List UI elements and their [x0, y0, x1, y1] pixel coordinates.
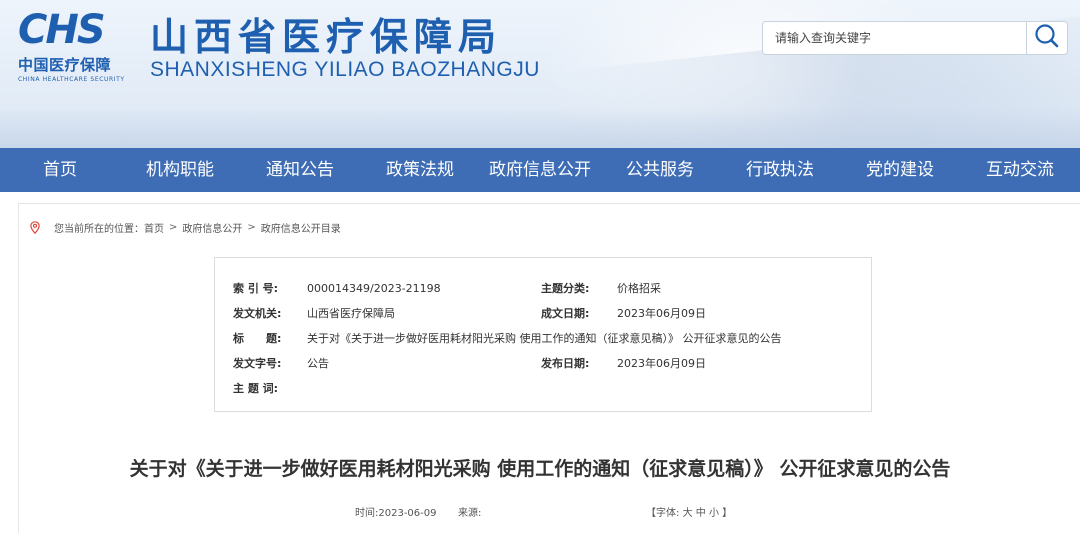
info-docno-label: 发文字号:: [233, 357, 282, 370]
breadcrumb-home[interactable]: 首页: [144, 220, 164, 235]
info-published-value: 2023年06月09日: [617, 357, 706, 370]
info-keywords-label: 主 题 词:: [233, 382, 279, 395]
search-button[interactable]: [1026, 22, 1067, 54]
nav-item-party-building[interactable]: 党的建设: [840, 148, 960, 192]
nav-item-functions[interactable]: 机构职能: [120, 148, 240, 192]
location-pin-icon: [30, 220, 40, 234]
font-size-medium-button[interactable]: 中: [696, 508, 706, 519]
info-created-label: 成文日期:: [541, 307, 590, 320]
info-issuer-label: 发文机关:: [233, 307, 282, 320]
document-info-table: 索 引 号: 000014349/2023-21198 主题分类: 价格招采 发文机…: [214, 257, 872, 412]
info-created-row: 成文日期: 2023年06月09日: [541, 307, 706, 321]
info-created-value: 2023年06月09日: [617, 307, 706, 320]
nav-item-policies[interactable]: 政策法规: [360, 148, 480, 192]
breadcrumb-gov-info[interactable]: 政府信息公开: [182, 220, 242, 235]
font-size-large-button[interactable]: 大: [683, 508, 693, 519]
site-subtitle: SHANXISHENG YILIAO BAOZHANGJU: [150, 58, 540, 81]
info-category-value: 价格招采: [617, 282, 661, 295]
info-category-label: 主题分类:: [541, 282, 590, 295]
logo-mark: CHS: [18, 7, 106, 53]
info-title-label: 标 题:: [233, 332, 282, 345]
font-size-suffix: 】: [722, 508, 733, 519]
info-title-row: 标 题: 关于对《关于进一步做好医用耗材阳光采购 使用工作的通知（征求意见稿）》 …: [233, 332, 782, 346]
nav-item-public-service[interactable]: 公共服务: [600, 148, 720, 192]
font-size-prefix: 【字体:: [646, 508, 680, 519]
article-title: 关于对《关于进一步做好医用耗材阳光采购 使用工作的通知（征求意见稿）》 公开征求…: [129, 458, 951, 480]
site-logo[interactable]: CHS 中国医疗保障 CHINA HEALTHCARE SECURITY: [18, 10, 136, 92]
site-header: CHS 中国医疗保障 CHINA HEALTHCARE SECURITY 山西省…: [0, 0, 1080, 148]
info-index-row: 索 引 号: 000014349/2023-21198: [233, 282, 441, 296]
info-title-value: 关于对《关于进一步做好医用耗材阳光采购 使用工作的通知（征求意见稿）》 公开征求…: [307, 332, 782, 345]
search-box: [762, 21, 1068, 55]
info-published-row: 发布日期: 2023年06月09日: [541, 357, 706, 371]
breadcrumb-gov-info-catalog[interactable]: 政府信息公开目录: [261, 220, 341, 235]
breadcrumb-separator: >: [247, 221, 256, 233]
breadcrumb: 您当前所在的位置： 首页 > 政府信息公开 > 政府信息公开目录: [30, 219, 341, 235]
main-nav: 首页 机构职能 通知公告 政策法规 政府信息公开 公共服务 行政执法 党的建设 …: [0, 148, 1080, 192]
font-size-control: 【字体: 大 中 小 】: [646, 504, 732, 519]
site-title: 山西省医疗保障局: [150, 14, 503, 59]
info-published-label: 发布日期:: [541, 357, 590, 370]
info-category-row: 主题分类: 价格招采: [541, 282, 661, 296]
logo-english-text: CHINA HEALTHCARE SECURITY: [18, 76, 125, 83]
info-index-value: 000014349/2023-21198: [307, 282, 441, 295]
font-size-small-button[interactable]: 小: [709, 508, 719, 519]
breadcrumb-prefix: 您当前所在的位置：: [54, 223, 144, 235]
article-time: 时间:2023-06-09: [355, 508, 437, 519]
nav-item-gov-info[interactable]: 政府信息公开: [480, 148, 600, 192]
nav-item-interaction[interactable]: 互动交流: [960, 148, 1080, 192]
info-docno-row: 发文字号: 公告: [233, 357, 329, 371]
search-icon: [1034, 23, 1060, 53]
info-keywords-row: 主 题 词:: [233, 382, 307, 396]
info-issuer-value: 山西省医疗保障局: [307, 307, 395, 320]
nav-item-notices[interactable]: 通知公告: [240, 148, 360, 192]
nav-item-law-enforcement[interactable]: 行政执法: [720, 148, 840, 192]
search-input[interactable]: [763, 22, 1027, 54]
info-issuer-row: 发文机关: 山西省医疗保障局: [233, 307, 395, 321]
breadcrumb-separator: >: [169, 221, 178, 233]
article-source: 来源:: [458, 508, 482, 519]
info-docno-value: 公告: [307, 357, 329, 370]
logo-chinese-text: 中国医疗保障: [18, 56, 112, 74]
info-index-label: 索 引 号:: [233, 282, 279, 295]
header-skyline: [0, 108, 1080, 148]
nav-item-home[interactable]: 首页: [0, 148, 120, 192]
